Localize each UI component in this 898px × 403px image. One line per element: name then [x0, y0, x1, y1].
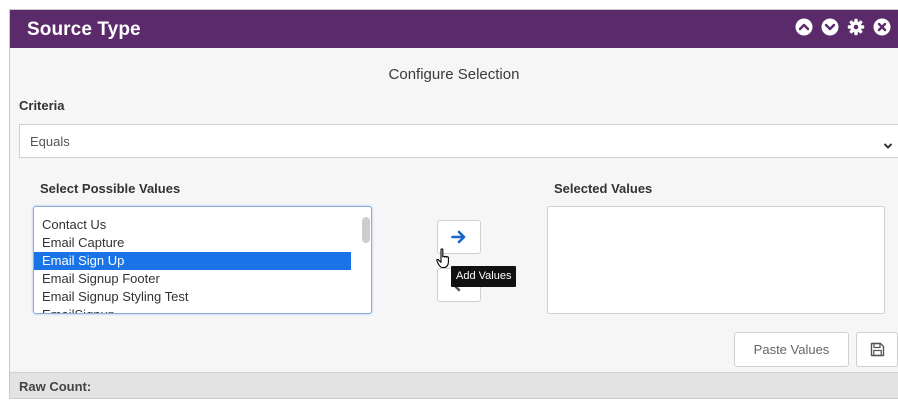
criteria-value: Equals: [30, 134, 70, 149]
section-subtitle: Configure Selection: [388, 66, 520, 83]
list-item[interactable]: Email Signup Styling Test: [34, 288, 357, 306]
list-item-selected[interactable]: Email Sign Up: [34, 252, 351, 270]
selected-values-label: Selected Values: [554, 181, 653, 196]
list-item[interactable]: Contact Us: [34, 216, 357, 234]
hand-cursor-icon: [436, 248, 452, 274]
criteria-label: Criteria: [19, 98, 65, 113]
panel-titlebar: Source Type: [10, 10, 898, 48]
close-icon[interactable]: [872, 17, 892, 37]
list-item-partial[interactable]: [34, 207, 357, 216]
titlebar-actions: [794, 17, 898, 37]
add-values-tooltip: Add Values: [451, 266, 517, 287]
selected-values-list[interactable]: [547, 206, 885, 314]
source-type-panel: Source Type Configure Selection Criteria…: [9, 9, 898, 399]
gear-icon[interactable]: [846, 17, 866, 37]
list-scrollbar[interactable]: [362, 217, 370, 243]
list-item[interactable]: EmailSignup: [34, 306, 357, 313]
criteria-select[interactable]: Equals: [19, 124, 898, 158]
list-item[interactable]: Email Signup Footer: [34, 270, 357, 288]
paste-values-button[interactable]: Paste Values: [734, 332, 849, 367]
possible-values-label: Select Possible Values: [40, 181, 181, 196]
arrow-right-icon: [451, 230, 466, 244]
possible-values-items: Contact Us Email Capture Email Sign Up E…: [34, 207, 357, 313]
raw-count-label: Raw Count:: [19, 379, 92, 394]
list-item[interactable]: Email Capture: [34, 234, 357, 252]
chevron-up-icon[interactable]: [794, 17, 814, 37]
possible-values-list[interactable]: Contact Us Email Capture Email Sign Up E…: [33, 206, 372, 314]
floppy-disk-icon: [870, 342, 884, 357]
save-button[interactable]: [856, 332, 898, 367]
chevron-down-icon[interactable]: [820, 17, 840, 37]
panel-title: Source Type: [27, 19, 141, 40]
raw-count-footer: Raw Count:: [10, 372, 898, 398]
chevron-down-icon: [883, 137, 893, 155]
